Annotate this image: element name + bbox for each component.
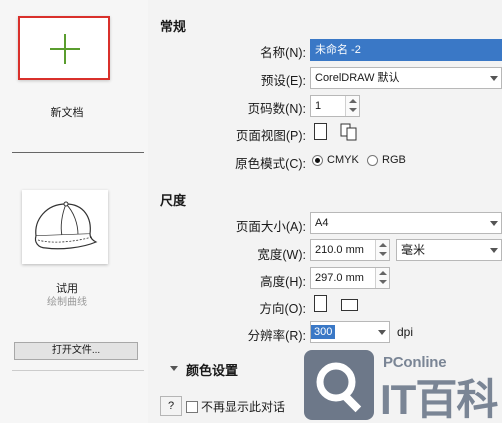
- preset-select[interactable]: CorelDRAW 默认: [310, 67, 502, 89]
- spinner-icon[interactable]: [375, 268, 389, 288]
- preset-label: 预设(E):: [260, 74, 306, 88]
- width-stepper[interactable]: 210.0 mm: [310, 239, 390, 261]
- height-label: 高度(H):: [260, 275, 306, 289]
- landscape-icon[interactable]: [341, 299, 358, 311]
- chevron-down-icon: [375, 322, 389, 342]
- orientation-label: 方向(O):: [259, 302, 306, 316]
- cmyk-label: CMYK: [327, 154, 359, 166]
- dont-show-label: 不再显示此对话: [201, 400, 286, 414]
- page-size-select[interactable]: A4: [310, 212, 502, 234]
- size-section-title: 尺度: [160, 193, 187, 208]
- chevron-down-icon: [487, 213, 501, 233]
- width-label: 宽度(W):: [257, 248, 306, 262]
- cmyk-radio[interactable]: [312, 155, 323, 166]
- name-label: 名称(N):: [260, 46, 306, 60]
- rgb-radio[interactable]: [367, 155, 378, 166]
- multi-page-icon[interactable]: [340, 123, 358, 141]
- checkbox-icon[interactable]: [186, 400, 198, 413]
- page-size-label: 页面大小(A):: [235, 220, 306, 234]
- open-file-button[interactable]: 打开文件...: [14, 342, 138, 360]
- dont-show-checkbox[interactable]: 不再显示此对话: [186, 398, 285, 415]
- width-value: 210.0 mm: [315, 244, 364, 256]
- chevron-down-icon: [487, 240, 501, 260]
- color-mode-label: 原色模式(C):: [235, 157, 306, 171]
- unit-value: 毫米: [401, 243, 426, 257]
- single-page-icon[interactable]: [314, 123, 327, 140]
- pages-label: 页码数(N):: [247, 102, 306, 116]
- chevron-down-icon: [487, 68, 501, 88]
- spinner-icon[interactable]: [345, 96, 359, 116]
- resolution-select[interactable]: 300: [310, 321, 390, 343]
- divider: [12, 152, 144, 153]
- unit-select[interactable]: 毫米: [396, 239, 502, 261]
- pconline-logo-icon: [304, 350, 374, 420]
- preset-value: CorelDRAW 默认: [315, 72, 400, 84]
- spinner-icon[interactable]: [375, 240, 389, 260]
- help-button[interactable]: ?: [160, 396, 182, 416]
- new-document-tile[interactable]: [18, 16, 110, 80]
- collapse-arrow-icon[interactable]: [170, 366, 178, 371]
- name-input[interactable]: 未命名 -2: [310, 39, 502, 61]
- page-size-value: A4: [315, 217, 329, 229]
- template-tile[interactable]: [22, 190, 108, 264]
- pages-stepper[interactable]: 1: [310, 95, 360, 117]
- new-document-label: 新文档: [50, 107, 84, 119]
- rgb-label: RGB: [382, 154, 406, 166]
- portrait-icon[interactable]: [314, 295, 327, 312]
- cap-illustration-icon: [34, 201, 98, 250]
- template-panel: 新文档 试用 绘制曲线 打开文件...: [0, 0, 148, 423]
- height-stepper[interactable]: 297.0 mm: [310, 267, 390, 289]
- resolution-unit: dpi: [397, 325, 414, 339]
- resolution-label: 分辨率(R):: [247, 329, 306, 343]
- general-section-title: 常规: [160, 19, 187, 34]
- pages-value: 1: [315, 100, 322, 112]
- height-value: 297.0 mm: [315, 272, 364, 284]
- resolution-value: 300: [311, 325, 336, 339]
- page-view-label: 页面视图(P):: [235, 129, 306, 143]
- watermark-large-text: IT百科: [380, 376, 498, 423]
- color-settings-header[interactable]: 颜色设置: [186, 360, 238, 379]
- template-sublabel: 绘制曲线: [47, 297, 87, 308]
